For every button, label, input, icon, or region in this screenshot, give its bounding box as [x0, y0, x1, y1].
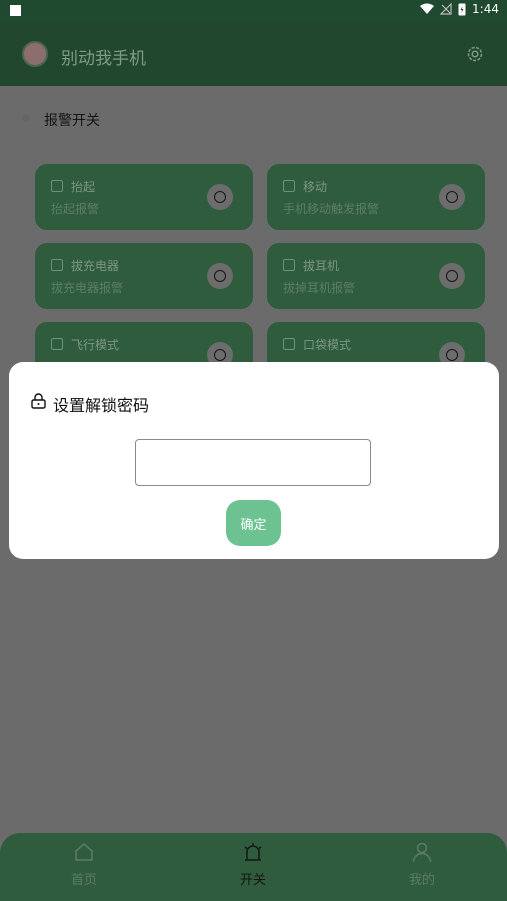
toggle-radio[interactable]: [207, 263, 233, 289]
card-name: 抬起: [71, 180, 96, 194]
dialog-title: 设置解锁密码: [53, 396, 150, 415]
pocket-icon: [283, 338, 295, 350]
confirm-button[interactable]: 确定: [226, 500, 281, 546]
earphone-icon: [283, 259, 295, 271]
alarm-card-lift[interactable]: 抬起 抬起报警: [35, 164, 253, 230]
app-bar: 别动我手机: [0, 22, 507, 86]
section-dot: [22, 114, 30, 122]
status-bar: 1:44: [0, 0, 507, 22]
airplane-icon: [51, 338, 63, 350]
app-logo: [22, 41, 48, 67]
battery-charging-icon: [458, 3, 466, 16]
lift-icon: [51, 180, 63, 192]
set-password-dialog: 设置解锁密码 确定: [9, 362, 499, 559]
card-desc: 拔充电器报警: [51, 281, 124, 295]
charger-icon: [51, 259, 63, 271]
move-icon: [283, 180, 295, 192]
card-name: 拔耳机: [303, 259, 340, 273]
bottom-nav: 首页 开关 我的: [0, 833, 507, 901]
user-icon: [412, 842, 432, 863]
notification-icon: [10, 5, 21, 16]
alarm-card-charger[interactable]: 拔充电器 拔充电器报警: [35, 243, 253, 309]
nav-item-switch[interactable]: 开关: [203, 841, 303, 888]
alarm-card-earphone[interactable]: 拔耳机 拔掉耳机报警: [267, 243, 485, 309]
toggle-radio[interactable]: [439, 263, 465, 289]
settings-gear-icon[interactable]: [465, 44, 485, 64]
alarm-card-move[interactable]: 移动 手机移动触发报警: [267, 164, 485, 230]
nav-item-mine[interactable]: 我的: [372, 841, 472, 888]
card-desc: 拔掉耳机报警: [283, 281, 356, 295]
section-title: 报警开关: [44, 113, 100, 129]
card-name: 移动: [303, 180, 328, 194]
no-signal-icon: [440, 3, 452, 15]
nav-label-switch: 开关: [239, 873, 266, 888]
nav-label-home: 首页: [70, 873, 97, 888]
home-icon: [75, 843, 93, 861]
alarm-icon: [244, 843, 262, 861]
card-name: 飞行模式: [71, 338, 120, 352]
nav-item-home[interactable]: 首页: [34, 841, 134, 888]
card-desc: 手机移动触发报警: [283, 202, 380, 216]
toggle-radio[interactable]: [439, 184, 465, 210]
card-name: 口袋模式: [303, 338, 352, 352]
status-time: 1:44: [472, 2, 499, 16]
wifi-icon: [420, 3, 435, 14]
nav-label-mine: 我的: [408, 873, 435, 888]
password-input[interactable]: [135, 439, 371, 486]
lock-icon: [31, 393, 46, 409]
toggle-radio[interactable]: [207, 184, 233, 210]
card-name: 拔充电器: [71, 259, 120, 273]
app-title: 别动我手机: [61, 49, 146, 69]
card-desc: 抬起报警: [51, 202, 100, 216]
